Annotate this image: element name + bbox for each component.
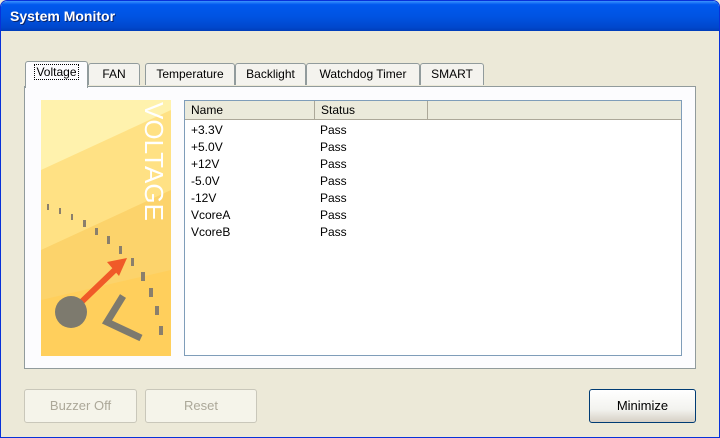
list-item[interactable]: VcoreB Pass [185,224,681,241]
tab-fan-label: FAN [102,67,126,81]
buzzer-off-button[interactable]: Buzzer Off [24,389,137,423]
list-item[interactable]: +5.0V Pass [185,139,681,156]
voltage-status: Pass [320,225,347,239]
title-bar[interactable]: System Monitor [1,1,719,31]
list-item[interactable]: VcoreA Pass [185,207,681,224]
tab-voltage[interactable]: Voltage [25,61,88,88]
voltage-name: +5.0V [191,140,223,154]
tab-smart-label: SMART [431,67,473,81]
voltage-name: -5.0V [191,174,220,188]
voltage-name: -12V [191,191,217,205]
window-title: System Monitor [10,8,116,24]
voltage-status: Pass [320,140,347,154]
reset-button[interactable]: Reset [145,389,257,423]
voltage-list[interactable]: Name Status +3.3V Pass +5.0V Pass +12V Pass… [184,100,682,356]
list-item[interactable]: -12V Pass [185,190,681,207]
voltage-status: Pass [320,174,347,188]
list-header: Name Status [185,101,681,120]
tab-temperature-label: Temperature [156,67,224,81]
tab-backlight[interactable]: Backlight [235,63,306,85]
voltage-name: +3.3V [191,123,223,137]
tab-watchdog-timer-label: Watchdog Timer [319,67,407,81]
tab-backlight-label: Backlight [246,67,295,81]
column-header-status[interactable]: Status [315,101,428,119]
tab-voltage-label: Voltage [34,64,79,80]
tab-temperature[interactable]: Temperature [145,63,235,85]
voltage-name: VcoreA [191,208,231,222]
minimize-button[interactable]: Minimize [589,389,696,423]
voltage-gauge-icon: VOLTAGE [41,100,171,356]
voltage-status: Pass [320,191,347,205]
system-monitor-window: System Monitor Voltage FAN Temperature B… [0,0,720,438]
voltage-name: VcoreB [191,225,231,239]
tab-smart[interactable]: SMART [420,63,484,85]
voltage-art-text: VOLTAGE [139,102,169,221]
voltage-name: +12V [191,157,220,171]
voltage-status: Pass [320,123,347,137]
list-item[interactable]: +12V Pass [185,156,681,173]
voltage-panel: VOLTAGE Name Status +3.3V Pass +5.0V Pass … [24,86,696,369]
tab-watchdog-timer[interactable]: Watchdog Timer [306,63,420,85]
column-header-name[interactable]: Name [185,101,315,119]
list-item[interactable]: -5.0V Pass [185,173,681,190]
voltage-status: Pass [320,208,347,222]
tab-fan[interactable]: FAN [88,63,140,85]
list-item[interactable]: +3.3V Pass [185,122,681,139]
voltage-status: Pass [320,157,347,171]
